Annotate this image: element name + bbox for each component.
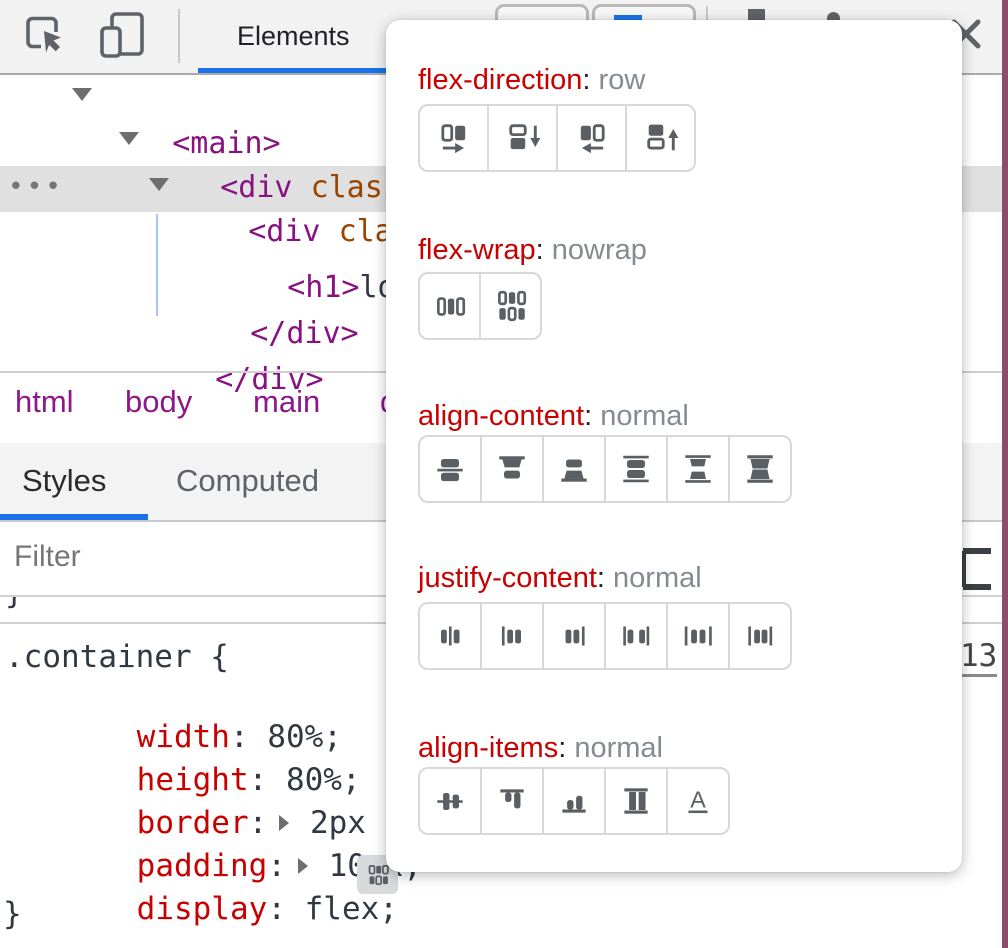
inspected-page-edge bbox=[1002, 0, 1008, 948]
justify-center-icon bbox=[432, 618, 468, 654]
align-items-flex-end-button[interactable] bbox=[542, 767, 606, 835]
device-toolbar-icon[interactable] bbox=[96, 8, 150, 64]
justify-content-buttons bbox=[418, 602, 792, 670]
justify-content-space-evenly-button[interactable] bbox=[728, 602, 792, 670]
css-selector[interactable]: .container { bbox=[5, 640, 229, 674]
align-content-center-icon bbox=[432, 451, 468, 487]
align-content-space-between-icon bbox=[618, 451, 654, 487]
flex-direction-column-reverse-button[interactable] bbox=[625, 104, 696, 172]
justify-space-between-icon bbox=[618, 618, 654, 654]
align-content-flex-end-button[interactable] bbox=[542, 435, 606, 503]
align-items-center-button[interactable] bbox=[418, 767, 482, 835]
justify-content-flex-start-button[interactable] bbox=[480, 602, 544, 670]
align-items-center-icon bbox=[432, 783, 468, 819]
devtools-window: Elements ••• <main> <div class=" <div cl… bbox=[0, 0, 1008, 948]
more-actions-icon[interactable]: ••• bbox=[8, 172, 64, 202]
svg-text:A: A bbox=[690, 786, 706, 812]
align-content-center-button[interactable] bbox=[418, 435, 482, 503]
expander-arrow-icon[interactable] bbox=[149, 178, 169, 191]
section-label-align-items: align-items: normal bbox=[418, 732, 663, 765]
align-content-stretch-button[interactable] bbox=[728, 435, 792, 503]
flex-wrap-wrap-button[interactable] bbox=[479, 272, 542, 340]
css-close-brace: } bbox=[3, 897, 22, 931]
align-items-flex-start-button[interactable] bbox=[480, 767, 544, 835]
dom-node-close-div[interactable]: </div> bbox=[143, 314, 324, 446]
tab-computed[interactable]: Computed bbox=[176, 463, 319, 499]
row-reverse-icon bbox=[573, 119, 611, 157]
breadcrumb-main[interactable]: main bbox=[253, 384, 320, 420]
tree-indent-guide bbox=[156, 214, 158, 316]
justify-space-evenly-icon bbox=[742, 618, 778, 654]
row-icon bbox=[435, 119, 473, 157]
previous-rule-close-brace: } bbox=[0, 597, 60, 621]
breadcrumb-html[interactable]: html bbox=[15, 384, 74, 420]
flex-wrap-buttons bbox=[418, 272, 542, 340]
align-items-start-icon bbox=[494, 783, 530, 819]
align-content-stretch-icon bbox=[742, 451, 778, 487]
justify-content-space-between-button[interactable] bbox=[604, 602, 668, 670]
flex-direction-column-button[interactable] bbox=[487, 104, 558, 172]
justify-start-icon bbox=[494, 618, 530, 654]
flex-wrap-nowrap-button[interactable] bbox=[418, 272, 481, 340]
align-items-baseline-icon: A bbox=[680, 783, 716, 819]
stylesheet-line-link[interactable]: 13 bbox=[960, 638, 997, 677]
section-label-flex-direction: flex-direction: row bbox=[418, 64, 645, 97]
justify-content-space-around-button[interactable] bbox=[666, 602, 730, 670]
tab-styles-underline bbox=[0, 514, 148, 520]
expander-arrow-icon[interactable] bbox=[119, 132, 139, 145]
align-items-stretch-icon bbox=[618, 783, 654, 819]
breadcrumb-body[interactable]: body bbox=[125, 384, 192, 420]
css-property-display[interactable]: display: flex; bbox=[62, 858, 398, 948]
align-content-end-icon bbox=[556, 451, 592, 487]
align-content-space-around-button[interactable] bbox=[666, 435, 730, 503]
align-items-baseline-button[interactable]: A bbox=[666, 767, 730, 835]
align-content-start-icon bbox=[494, 451, 530, 487]
align-content-space-between-button[interactable] bbox=[604, 435, 668, 503]
align-items-stretch-button[interactable] bbox=[604, 767, 668, 835]
column-icon bbox=[504, 119, 542, 157]
justify-content-center-button[interactable] bbox=[418, 602, 482, 670]
inspect-element-icon[interactable] bbox=[20, 10, 68, 60]
align-items-end-icon bbox=[556, 783, 592, 819]
justify-space-around-icon bbox=[680, 618, 716, 654]
column-reverse-icon bbox=[642, 119, 680, 157]
tab-styles[interactable]: Styles bbox=[22, 463, 106, 499]
wrap-icon bbox=[493, 288, 529, 324]
expander-arrow-icon[interactable] bbox=[72, 88, 92, 101]
tab-elements[interactable]: Elements bbox=[237, 21, 350, 52]
filter-bar-icon-fragment[interactable] bbox=[960, 548, 994, 590]
justify-content-flex-end-button[interactable] bbox=[542, 602, 606, 670]
align-content-flex-start-button[interactable] bbox=[480, 435, 544, 503]
flex-direction-buttons bbox=[418, 104, 696, 172]
nowrap-icon bbox=[432, 288, 468, 324]
align-items-buttons: A bbox=[418, 767, 730, 835]
toolbar-divider bbox=[178, 9, 180, 63]
section-label-flex-wrap: flex-wrap: nowrap bbox=[418, 234, 647, 267]
flex-direction-row-button[interactable] bbox=[418, 104, 489, 172]
section-label-align-content: align-content: normal bbox=[418, 400, 689, 433]
justify-end-icon bbox=[556, 618, 592, 654]
align-content-space-around-icon bbox=[680, 451, 716, 487]
section-label-justify-content: justify-content: normal bbox=[418, 562, 702, 595]
flexbox-editor-popup: flex-direction: row bbox=[386, 20, 962, 872]
flex-grid-icon bbox=[366, 863, 390, 887]
flex-direction-row-reverse-button[interactable] bbox=[556, 104, 627, 172]
align-content-buttons bbox=[418, 435, 792, 503]
filter-input[interactable]: Filter bbox=[14, 540, 81, 574]
